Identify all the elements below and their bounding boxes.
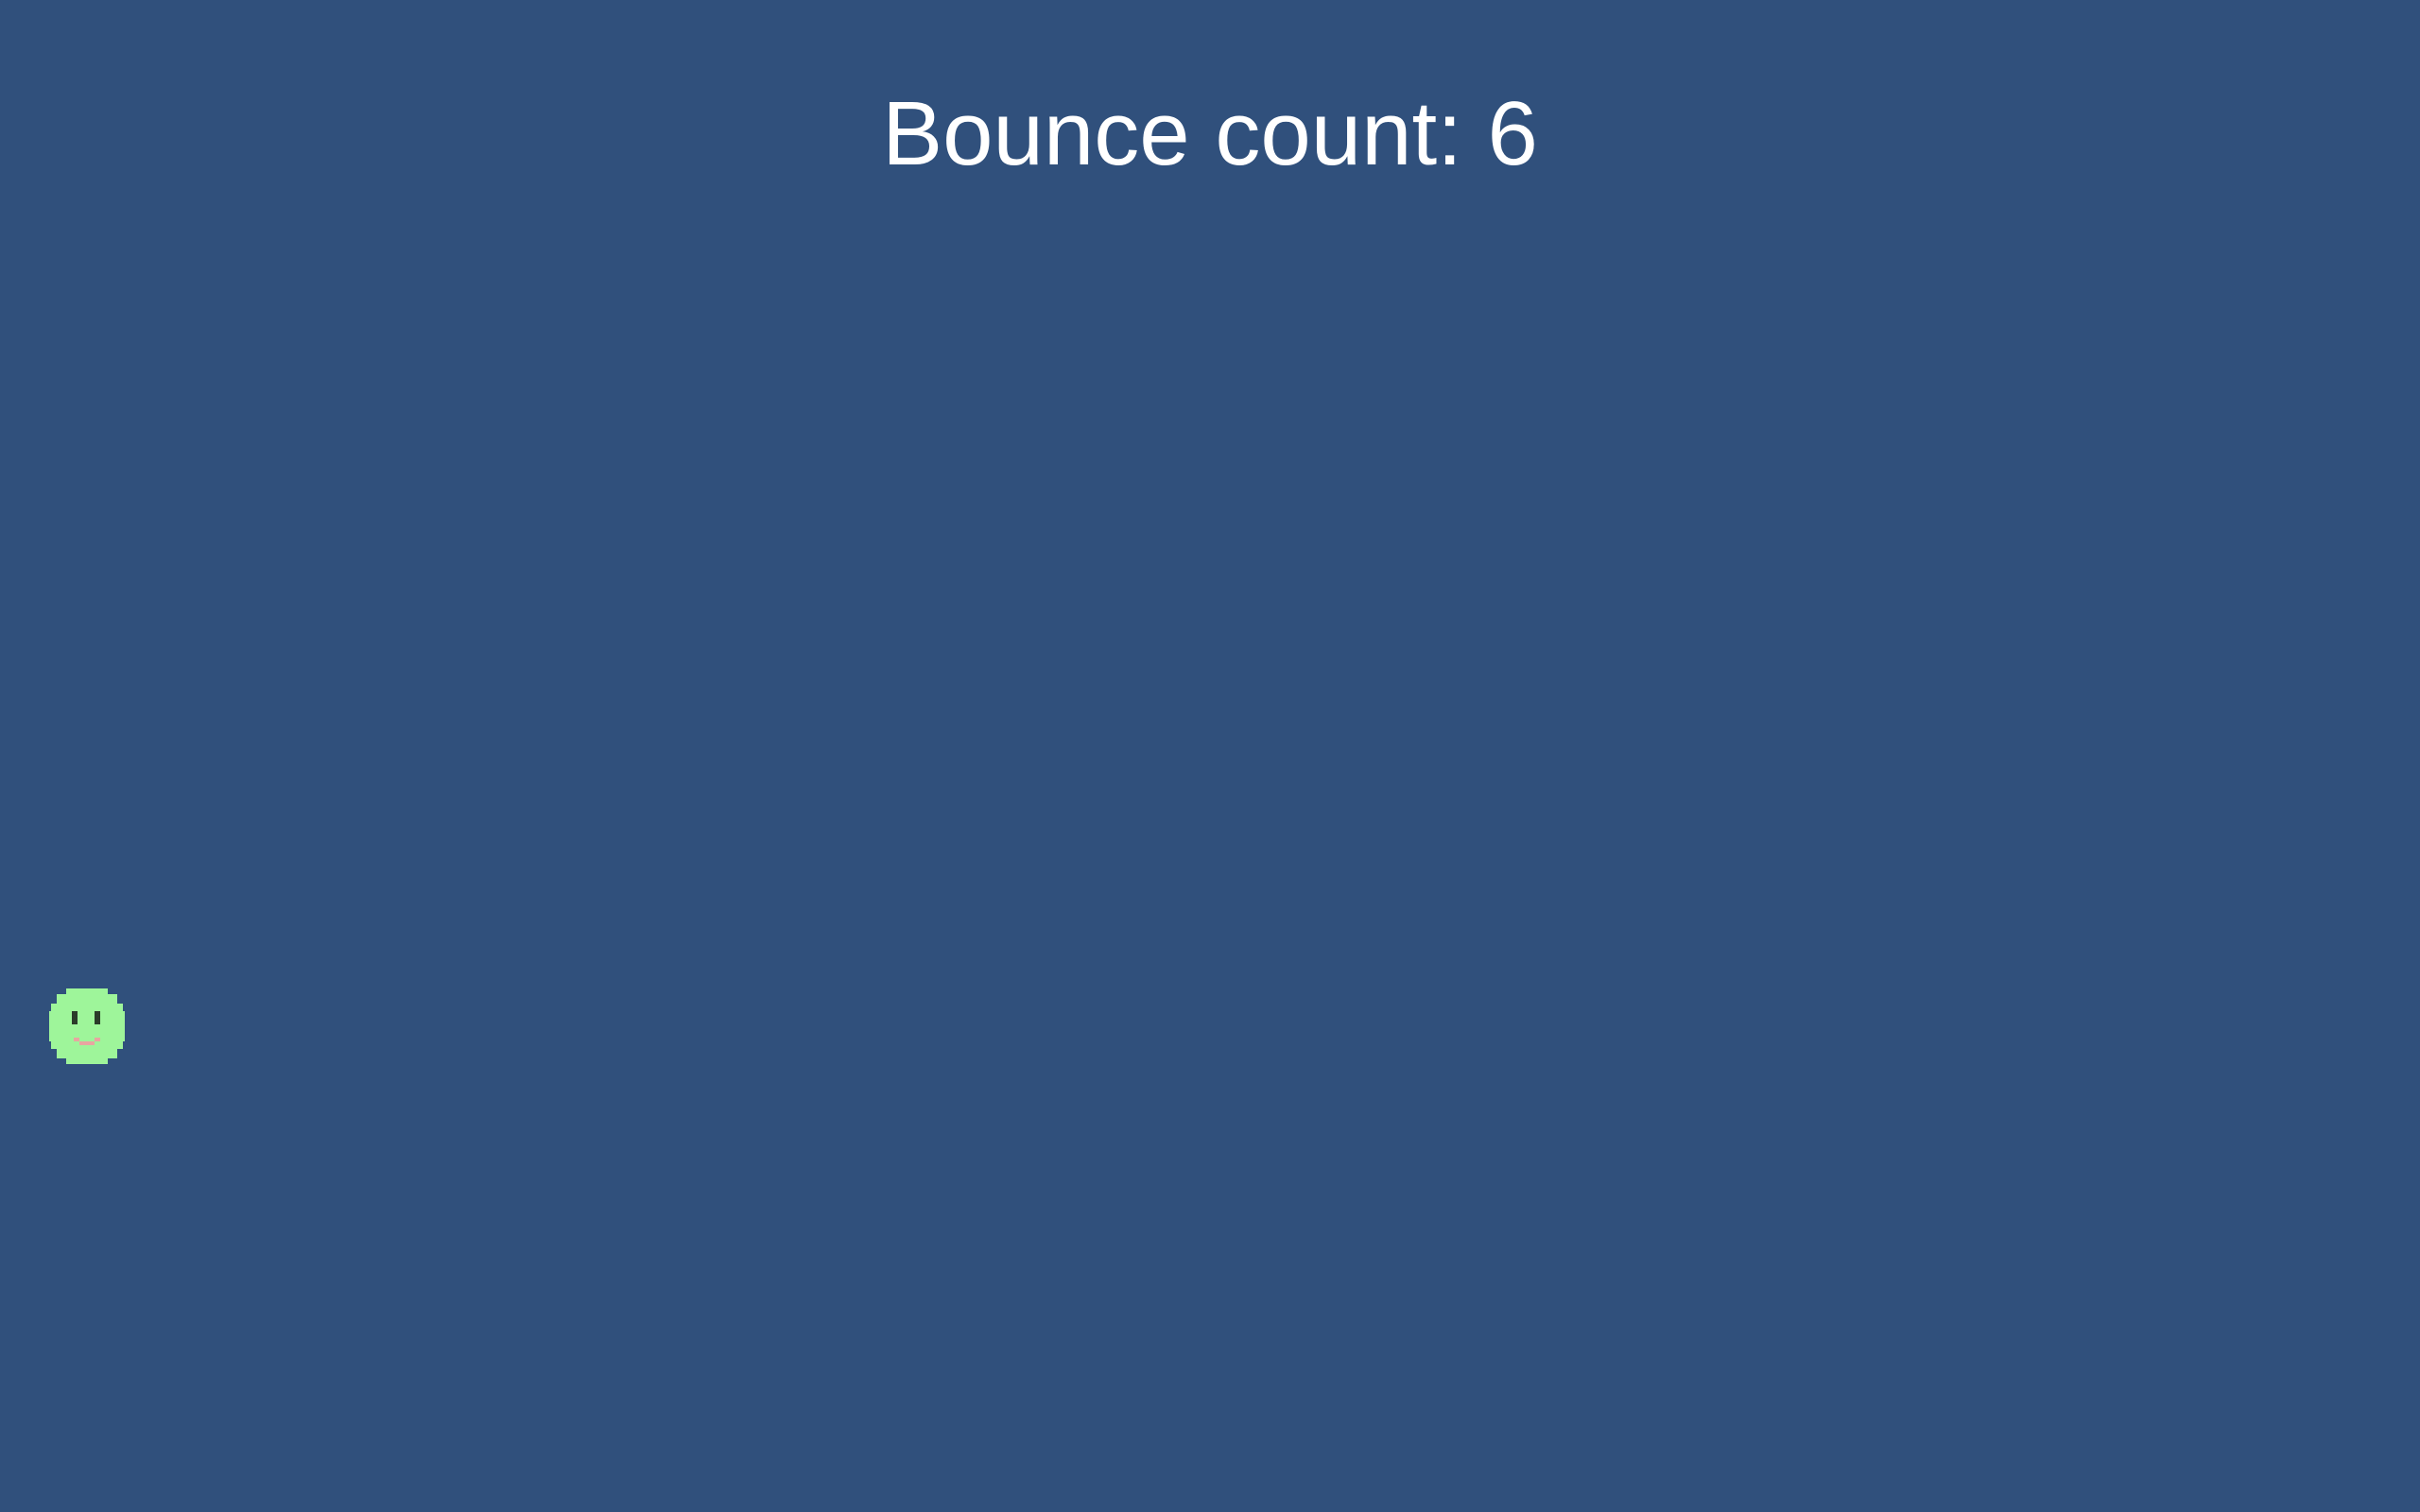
bounce-count-label: Bounce count: bbox=[882, 83, 1462, 184]
right-eye bbox=[95, 1011, 100, 1024]
smiley-face-icon bbox=[49, 988, 125, 1064]
bounce-count-value: 6 bbox=[1487, 83, 1538, 184]
left-eye bbox=[72, 1011, 78, 1024]
bouncing-ball bbox=[47, 987, 127, 1066]
bounce-count-display: Bounce count: 6 bbox=[0, 77, 2420, 191]
